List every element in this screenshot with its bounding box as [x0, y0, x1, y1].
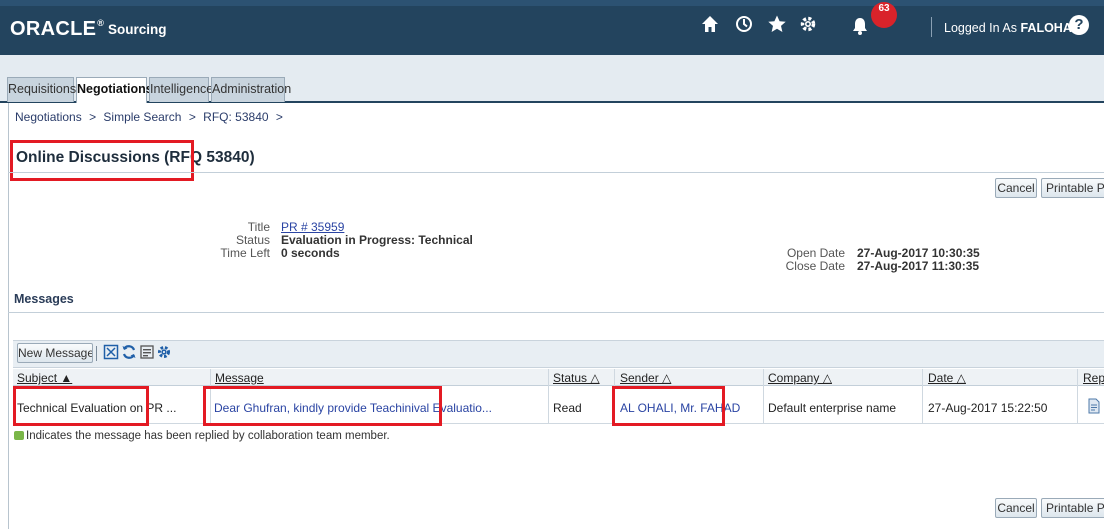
refresh-icon[interactable] [121, 344, 137, 365]
title-link[interactable]: PR # 35959 [281, 220, 344, 234]
close-date-label: Close Date [785, 259, 845, 273]
highlight-page-title [10, 140, 194, 181]
open-date-label: Open Date [786, 246, 845, 260]
tab-requisitions[interactable]: Requisitions [7, 77, 76, 102]
printable-page-button-top[interactable]: Printable Page [1041, 178, 1104, 198]
breadcrumb-negotiations[interactable]: Negotiations [15, 110, 82, 124]
header-divider [931, 17, 932, 37]
close-date-value: 27-Aug-2017 11:30:35 [857, 259, 980, 273]
status-value: Evaluation in Progress: Technical [281, 233, 473, 247]
printable-page-button-bottom[interactable]: Printable Page [1041, 498, 1104, 518]
col-status[interactable]: Status △ [553, 371, 600, 385]
header-top-strip [0, 0, 1104, 6]
col-message[interactable]: Message [215, 371, 264, 385]
breadcrumb-simple-search[interactable]: Simple Search [103, 110, 181, 124]
reply-icon[interactable] [1087, 398, 1101, 417]
breadcrumb-separator: > [188, 110, 196, 124]
help-icon[interactable]: ? [1069, 15, 1089, 35]
notifications-badge[interactable]: 63 [871, 2, 897, 28]
recent-history-icon[interactable] [734, 14, 754, 38]
open-date-value: 27-Aug-2017 10:30:35 [857, 246, 980, 260]
reply-legend: Indicates the message has been replied b… [14, 430, 390, 442]
cell-company: Default enterprise name [768, 401, 897, 415]
oracle-logo[interactable]: ORACLE® [10, 18, 104, 41]
toolbar-separator [96, 346, 97, 361]
time-left-value: 0 seconds [281, 246, 340, 260]
col-subject[interactable]: Subject ▲ [17, 371, 72, 385]
status-label: Status [235, 233, 270, 247]
messages-section-divider [8, 312, 1104, 313]
cell-status: Read [553, 401, 582, 415]
export-icon[interactable] [139, 344, 155, 365]
highlight-sender [612, 386, 725, 426]
breadcrumb-separator: > [89, 110, 97, 124]
tab-administration[interactable]: Administration [211, 77, 291, 102]
cell-date: 27-Aug-2017 15:22:50 [928, 401, 1048, 415]
highlight-subject [13, 386, 149, 426]
title-divider [8, 172, 1104, 173]
registered-mark: ® [97, 18, 105, 28]
new-message-button[interactable]: New Message [17, 343, 93, 363]
col-reply: Reply [1083, 371, 1104, 385]
messages-toolbar [13, 340, 1104, 368]
breadcrumb: Negotiations > Simple Search > RFQ: 5384… [15, 110, 287, 124]
time-left-label: Time Left [220, 246, 270, 260]
cancel-button-bottom[interactable]: Cancel [995, 498, 1037, 518]
notifications-bell-icon[interactable] [850, 16, 870, 40]
breadcrumb-rfq[interactable]: RFQ: 53840 [203, 110, 268, 124]
title-label: Title [247, 220, 270, 234]
cancel-button-top[interactable]: Cancel [995, 178, 1037, 198]
breadcrumb-separator: > [275, 110, 283, 124]
favorites-star-icon[interactable] [767, 14, 787, 38]
logged-in-user: Logged In As FALOHALI [944, 21, 1083, 35]
table-settings-gear-icon[interactable] [156, 344, 172, 365]
replied-indicator-icon [14, 431, 24, 440]
col-date[interactable]: Date △ [928, 371, 966, 385]
tab-negotiations[interactable]: Negotiations [76, 77, 153, 103]
settings-gear-icon[interactable] [798, 14, 818, 38]
col-sender[interactable]: Sender △ [620, 371, 671, 385]
col-company[interactable]: Company △ [768, 371, 832, 385]
home-icon[interactable] [700, 14, 720, 38]
messages-section-title: Messages [14, 292, 74, 306]
highlight-message [203, 386, 442, 426]
page-left-border [8, 103, 9, 529]
product-name: Sourcing [108, 22, 167, 37]
detach-table-icon[interactable] [103, 344, 119, 365]
tab-intelligence[interactable]: Intelligence [149, 77, 213, 102]
